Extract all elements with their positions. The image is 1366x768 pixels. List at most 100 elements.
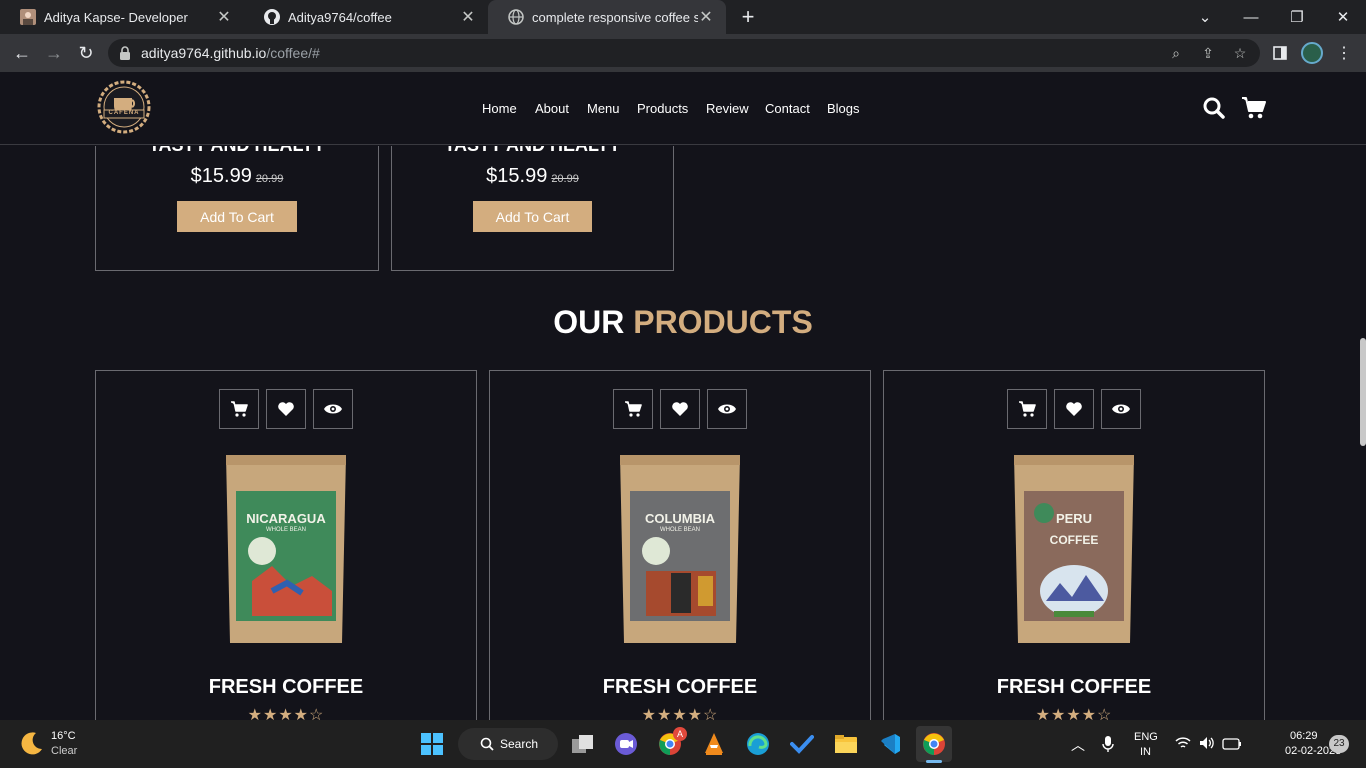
add-cart-icon-button[interactable] — [1007, 389, 1047, 429]
taskbar-search-label: Search — [500, 737, 539, 751]
task-view-icon[interactable] — [565, 726, 601, 762]
volume-icon[interactable] — [1199, 736, 1215, 750]
lock-icon[interactable] — [119, 46, 131, 60]
product-title: FRESH COFFEE — [996, 676, 1152, 698]
share-icon[interactable]: ⇪ — [1194, 39, 1222, 67]
battery-icon[interactable] — [1222, 737, 1242, 750]
nav-review[interactable]: Review — [706, 101, 749, 116]
rating-stars: ★★★★☆ — [1035, 707, 1113, 720]
add-to-cart-button[interactable]: Add To Cart — [473, 201, 592, 232]
close-tab-icon[interactable]: ✕ — [216, 7, 232, 27]
heart-icon-button[interactable] — [266, 389, 306, 429]
add-cart-icon-button[interactable] — [219, 389, 259, 429]
profile-avatar[interactable] — [1301, 42, 1323, 64]
bag-sub: WHOLE BEAN — [265, 527, 306, 533]
side-panel-icon[interactable] — [1266, 39, 1294, 67]
products-heading: OUR PRODUCTS — [0, 304, 1366, 341]
microphone-icon[interactable] — [1102, 735, 1114, 753]
reload-button[interactable]: ↻ — [70, 34, 102, 72]
weather-temp[interactable]: 16°C — [51, 730, 76, 742]
minimize-button[interactable]: — — [1228, 0, 1274, 34]
more-menu-icon[interactable]: ⋮ — [1330, 39, 1358, 67]
nav-products[interactable]: Products — [637, 101, 688, 116]
globe-icon — [508, 9, 524, 25]
tab-title: Aditya Kapse- Developer — [44, 9, 188, 25]
bag-sub: WHOLE BEAN — [659, 527, 700, 533]
close-tab-icon[interactable]: ✕ — [460, 7, 476, 27]
profile-favicon-icon — [20, 9, 36, 25]
bag-label: COLUMBIA — [644, 511, 716, 526]
zoom-icon[interactable]: ⌕ — [1162, 39, 1190, 67]
eye-icon-button[interactable] — [1101, 389, 1141, 429]
logo-text: CAFENA — [108, 110, 140, 116]
heart-icon-button[interactable] — [1054, 389, 1094, 429]
clock-time[interactable]: 06:29 — [1290, 730, 1318, 742]
page-content: TASTY AND HEALTY $15.9920.99 Add To Cart… — [0, 146, 1366, 720]
notification-count-badge[interactable]: 23 — [1329, 735, 1349, 753]
price-value: $15.99 — [486, 165, 548, 187]
todo-check-icon[interactable] — [784, 726, 820, 762]
bag-sub: COFFEE — [1049, 533, 1099, 547]
eye-icon-button[interactable] — [313, 389, 353, 429]
heart-icon-button[interactable] — [660, 389, 700, 429]
product-title: FRESH COFFEE — [602, 676, 758, 698]
product-card: COLUMBIA WHOLE BEAN FRESH COFFEE ★★★★☆ — [489, 370, 871, 720]
coffee-bag-image: PERU COFFEE — [1010, 451, 1138, 651]
search-icon[interactable] — [1203, 97, 1225, 119]
github-icon — [264, 9, 280, 25]
tab-title: complete responsive coffee shop — [532, 9, 698, 25]
wifi-icon[interactable] — [1175, 736, 1191, 750]
nav-contact[interactable]: Contact — [765, 101, 810, 116]
url-text[interactable]: aditya9764.github.io/coffee/# — [141, 39, 320, 67]
page-scrollbar[interactable] — [1360, 338, 1366, 446]
old-price: 20.99 — [551, 173, 579, 185]
nav-menu[interactable]: Menu — [587, 101, 620, 116]
url-host: aditya9764.github.io — [141, 45, 267, 61]
meet-icon[interactable] — [608, 726, 644, 762]
active-app-indicator — [926, 760, 942, 763]
rating-stars: ★★★★☆ — [247, 707, 325, 720]
taskbar-search[interactable]: Search — [458, 728, 558, 760]
bag-label: PERU — [1055, 511, 1093, 526]
vscode-icon[interactable] — [872, 726, 908, 762]
browser-tab[interactable]: Aditya9764/coffee ✕ — [244, 0, 488, 34]
browser-tab[interactable]: Aditya Kapse- Developer ✕ — [0, 0, 244, 34]
vlc-icon[interactable] — [696, 726, 732, 762]
url-path: /coffee/# — [266, 45, 320, 61]
back-button[interactable]: ← — [6, 34, 38, 72]
menu-card-title: TASTY AND HEALTY — [392, 146, 673, 156]
weather-desc[interactable]: Clear — [51, 745, 77, 757]
search-icon — [480, 737, 494, 751]
nav-about[interactable]: About — [535, 101, 569, 116]
forward-button[interactable]: → — [38, 34, 70, 72]
cafena-logo[interactable]: CAFENA — [94, 80, 154, 134]
menu-card: TASTY AND HEALTY $15.9920.99 Add To Cart — [391, 146, 674, 271]
restore-button[interactable]: ❐ — [1274, 0, 1320, 34]
add-to-cart-button[interactable]: Add To Cart — [177, 201, 297, 232]
heading-part1: OUR — [553, 304, 625, 340]
close-window-button[interactable]: ✕ — [1320, 0, 1366, 34]
windows-start-icon[interactable] — [414, 726, 450, 762]
language-bottom[interactable]: IN — [1140, 746, 1151, 758]
moon-weather-icon[interactable] — [18, 730, 44, 756]
tab-search-chevron-icon[interactable]: ⌄ — [1182, 0, 1228, 34]
add-cart-icon-button[interactable] — [613, 389, 653, 429]
coffee-bag-image: COLUMBIA WHOLE BEAN — [616, 451, 744, 651]
file-explorer-icon[interactable] — [828, 726, 864, 762]
nav-home[interactable]: Home — [482, 101, 517, 116]
tray-chevron-up-icon[interactable]: ︿ — [1071, 735, 1085, 755]
language-top[interactable]: ENG — [1134, 731, 1158, 743]
heading-part2: PRODUCTS — [633, 304, 813, 340]
new-tab-button[interactable]: + — [732, 0, 764, 34]
close-tab-icon[interactable]: ✕ — [698, 7, 714, 27]
cart-icon[interactable] — [1241, 96, 1267, 120]
chrome-icon-active[interactable] — [916, 726, 952, 762]
eye-icon-button[interactable] — [707, 389, 747, 429]
edge-icon[interactable] — [740, 726, 776, 762]
browser-tab-active[interactable]: complete responsive coffee shop ✕ — [488, 0, 726, 34]
coffee-bag-image: NICARAGUA WHOLE BEAN — [222, 451, 350, 651]
menu-card-title: TASTY AND HEALTY — [96, 146, 378, 156]
nav-blogs[interactable]: Blogs — [827, 101, 860, 116]
bookmark-star-icon[interactable]: ☆ — [1226, 39, 1254, 67]
menu-card-price: $15.99 20.99 — [392, 165, 673, 188]
